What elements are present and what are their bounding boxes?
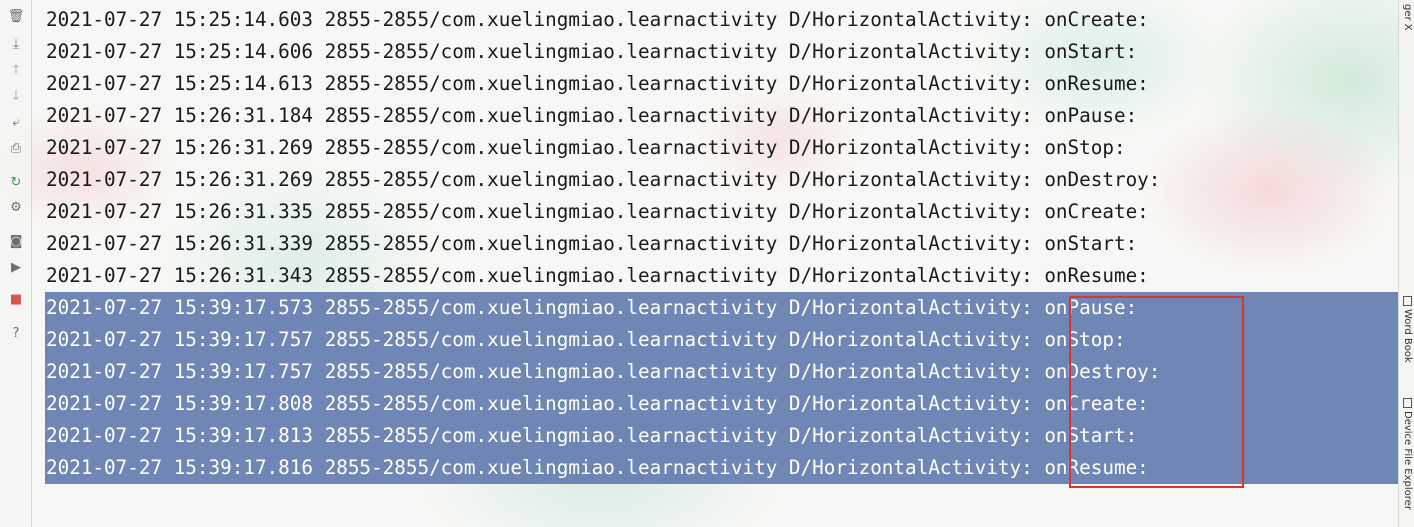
log-line-selected[interactable]: 2021-07-27 15:39:17.573 2855-2855/com.xu… bbox=[46, 292, 1160, 324]
log-line-selected[interactable]: 2021-07-27 15:39:17.808 2855-2855/com.xu… bbox=[46, 388, 1160, 420]
restart-icon[interactable]: ↻ bbox=[6, 172, 26, 192]
log-line[interactable]: 2021-07-27 15:26:31.269 2855-2855/com.xu… bbox=[46, 164, 1160, 196]
right-tool-window-strip: ger X Word Book Device File Explorer bbox=[1398, 0, 1414, 527]
soft-wrap-icon[interactable]: ⤶ bbox=[6, 112, 26, 132]
device-file-explorer-label: Device File Explorer bbox=[1402, 411, 1413, 510]
annotation-red-box bbox=[1069, 296, 1244, 488]
log-line[interactable]: 2021-07-27 15:26:31.339 2855-2855/com.xu… bbox=[46, 228, 1160, 260]
log-line-selected[interactable]: 2021-07-27 15:39:17.757 2855-2855/com.xu… bbox=[46, 356, 1160, 388]
logcat-toolbar: 🗑 ⤓ ↑ ↓ ⤶ ⎙ ↻ ⚙ ◙ ▶ ■ ? bbox=[0, 0, 32, 527]
log-line[interactable]: 2021-07-27 15:25:14.606 2855-2855/com.xu… bbox=[46, 36, 1160, 68]
logcat-window: 🗑 ⤓ ↑ ↓ ⤶ ⎙ ↻ ⚙ ◙ ▶ ■ ? 2021-07-27 15:25… bbox=[0, 0, 1414, 527]
settings-icon[interactable]: ⚙ bbox=[6, 197, 26, 217]
screenshot-icon[interactable]: ◙ bbox=[6, 231, 26, 251]
log-line[interactable]: 2021-07-27 15:26:31.335 2855-2855/com.xu… bbox=[46, 196, 1160, 228]
scroll-to-end-icon[interactable]: ⤓ bbox=[6, 34, 26, 54]
log-line-selected[interactable]: 2021-07-27 15:39:17.757 2855-2855/com.xu… bbox=[46, 324, 1160, 356]
tab-word-book[interactable]: Word Book bbox=[1402, 296, 1413, 363]
trash-icon[interactable]: 🗑 bbox=[6, 6, 26, 26]
log-line[interactable]: 2021-07-27 15:26:31.343 2855-2855/com.xu… bbox=[46, 260, 1160, 292]
log-line[interactable]: 2021-07-27 15:26:31.184 2855-2855/com.xu… bbox=[46, 100, 1160, 132]
word-book-icon bbox=[1402, 296, 1412, 306]
log-output[interactable]: 2021-07-27 15:25:14.603 2855-2855/com.xu… bbox=[46, 4, 1160, 484]
log-line[interactable]: 2021-07-27 15:25:14.613 2855-2855/com.xu… bbox=[46, 68, 1160, 100]
device-file-explorer-icon bbox=[1402, 398, 1412, 408]
log-line-selected[interactable]: 2021-07-27 15:39:17.813 2855-2855/com.xu… bbox=[46, 420, 1160, 452]
log-line[interactable]: 2021-07-27 15:25:14.603 2855-2855/com.xu… bbox=[46, 4, 1160, 36]
up-arrow-icon: ↑ bbox=[10, 62, 22, 78]
stop-icon[interactable]: ■ bbox=[6, 289, 26, 309]
tab-top-truncated[interactable]: ger X bbox=[1402, 4, 1413, 31]
help-icon[interactable]: ? bbox=[6, 323, 26, 343]
word-book-label: Word Book bbox=[1402, 309, 1413, 363]
down-arrow-icon: ↓ bbox=[10, 88, 22, 104]
tab-device-file-explorer[interactable]: Device File Explorer bbox=[1402, 398, 1413, 510]
log-line[interactable]: 2021-07-27 15:26:31.269 2855-2855/com.xu… bbox=[46, 132, 1160, 164]
screen-record-icon[interactable]: ▶ bbox=[6, 257, 26, 277]
log-line-selected[interactable]: 2021-07-27 15:39:17.816 2855-2855/com.xu… bbox=[46, 452, 1160, 484]
print-icon[interactable]: ⎙ bbox=[6, 138, 26, 158]
